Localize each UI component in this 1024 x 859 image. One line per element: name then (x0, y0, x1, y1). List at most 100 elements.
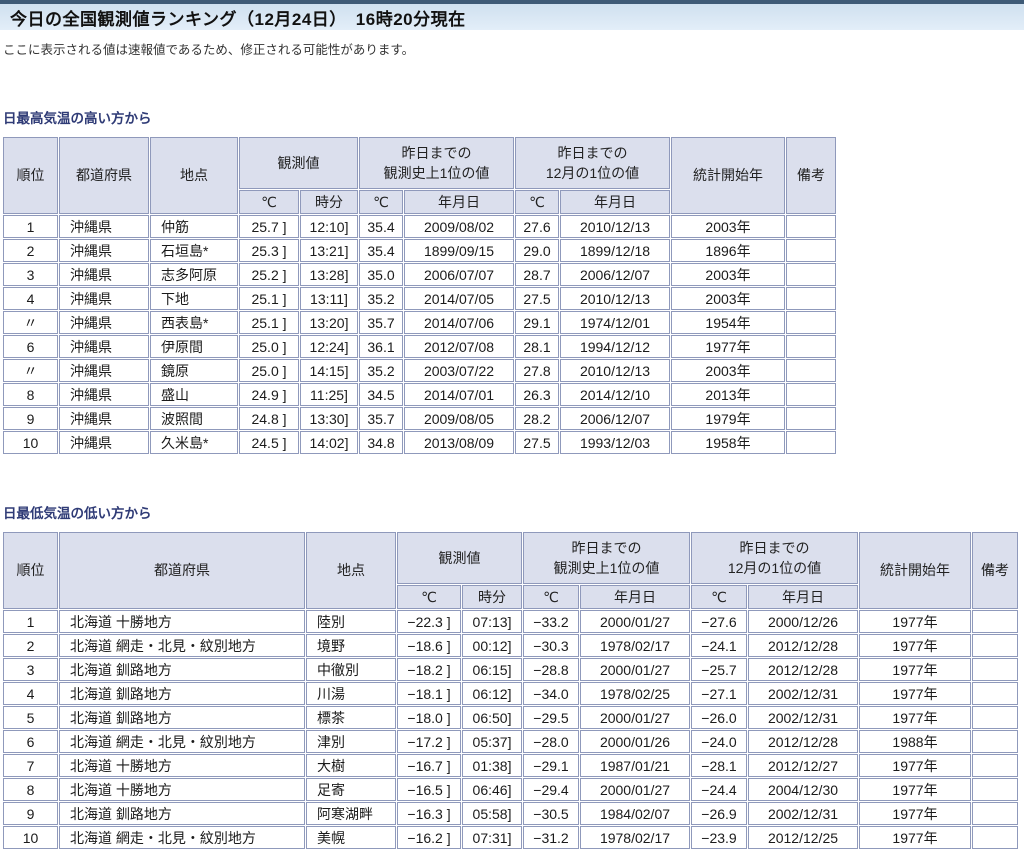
max-temperature-heading: 日最高気温の高い方から (3, 111, 152, 126)
december-record-date-cell: 2000/12/26 (748, 610, 858, 633)
min-temperature-section: 日最低気温の低い方から 順位 都道府県 地点 観測値 昨日までの 観測史上1位の… (2, 502, 1024, 850)
station-cell: 境野 (306, 634, 396, 657)
table-row: 3 北海道 釧路地方 中徹別 −18.2 ] 06:15] −28.8 2000/01/27… (3, 658, 1018, 681)
observed-time-cell: 13:30] (300, 407, 358, 430)
remarks-cell (972, 802, 1018, 825)
col-header-record-december: 昨日までの 12月の1位の値 (691, 532, 858, 584)
prefecture-cell: 北海道 釧路地方 (59, 706, 305, 729)
col-header-rank: 順位 (3, 137, 58, 214)
rank-cell: 4 (3, 682, 58, 705)
record-date-cell: 1984/02/07 (580, 802, 690, 825)
col-header-station: 地点 (150, 137, 238, 214)
remarks-cell (786, 335, 836, 358)
table-row: 3 沖縄県 志多阿原 25.2 ] 13:28] 35.0 2006/07/07 28.7 20… (3, 263, 836, 286)
december-record-temp-cell: −26.0 (691, 706, 747, 729)
unit-header-date: 年月日 (748, 585, 858, 609)
december-record-temp-cell: 27.6 (515, 215, 559, 238)
record-temp-cell: −28.0 (523, 730, 579, 753)
december-record-temp-cell: −27.6 (691, 610, 747, 633)
remarks-cell (786, 359, 836, 382)
rank-cell: 3 (3, 263, 58, 286)
table-row: 5 北海道 釧路地方 標茶 −18.0 ] 06:50] −29.5 2000/01/27−… (3, 706, 1018, 729)
record-temp-cell: 35.2 (359, 359, 403, 382)
observed-temp-cell: 25.3 ] (239, 239, 299, 262)
december-record-temp-cell: 28.1 (515, 335, 559, 358)
december-record-temp-cell: −24.1 (691, 634, 747, 657)
rank-cell: 〃 (3, 359, 58, 382)
remarks-cell (972, 610, 1018, 633)
record-temp-cell: 35.4 (359, 215, 403, 238)
december-record-date-cell: 2004/12/30 (748, 778, 858, 801)
record-temp-cell: 35.7 (359, 407, 403, 430)
col-header-prefecture: 都道府県 (59, 137, 149, 214)
prefecture-cell: 沖縄県 (59, 311, 149, 334)
record-date-cell: 2009/08/05 (404, 407, 514, 430)
station-cell: 津別 (306, 730, 396, 753)
record-date-cell: 2000/01/26 (580, 730, 690, 753)
unit-header-date: 年月日 (580, 585, 690, 609)
observed-time-cell: 11:25] (300, 383, 358, 406)
december-record-temp-cell: 29.1 (515, 311, 559, 334)
prefecture-cell: 北海道 十勝地方 (59, 610, 305, 633)
remarks-cell (786, 311, 836, 334)
station-cell: 久米島* (150, 431, 238, 454)
remarks-cell (972, 634, 1018, 657)
record-date-cell: 1987/01/21 (580, 754, 690, 777)
observed-temp-cell: 24.5 ] (239, 431, 299, 454)
preliminary-value-notice: ここに表示される値は速報値であるため、修正される可能性があります。 (3, 43, 415, 57)
observed-time-cell: 05:37] (462, 730, 522, 753)
record-temp-cell: −29.4 (523, 778, 579, 801)
december-record-date-cell: 2006/12/07 (560, 263, 670, 286)
record-temp-cell: 34.5 (359, 383, 403, 406)
remarks-cell (786, 239, 836, 262)
december-record-date-cell: 1993/12/03 (560, 431, 670, 454)
remarks-cell (972, 682, 1018, 705)
table-row: 2 北海道 網走・北見・紋別地方 境野 −18.6 ] 00:12] −30.3 1978/… (3, 634, 1018, 657)
record-dec-line2: 12月の1位の値 (545, 165, 640, 181)
december-record-temp-cell: −25.7 (691, 658, 747, 681)
rank-cell: 8 (3, 383, 58, 406)
december-record-temp-cell: −24.4 (691, 778, 747, 801)
station-cell: 足寄 (306, 778, 396, 801)
unit-header-celsius: ℃ (523, 585, 579, 609)
record-date-cell: 2014/07/01 (404, 383, 514, 406)
observed-temp-cell: 25.0 ] (239, 359, 299, 382)
record-date-cell: 2014/07/06 (404, 311, 514, 334)
col-header-observed: 観測値 (239, 137, 358, 189)
station-cell: 盛山 (150, 383, 238, 406)
rank-cell: 9 (3, 407, 58, 430)
max-temperature-table: 順位 都道府県 地点 観測値 昨日までの 観測史上1位の値 昨日までの 12月の… (2, 136, 837, 455)
max-temperature-section: 日最高気温の高い方から 順位 都道府県 地点 観測値 昨日までの 観測史上1位の… (2, 107, 1024, 455)
prefecture-cell: 沖縄県 (59, 407, 149, 430)
observed-time-cell: 06:12] (462, 682, 522, 705)
station-cell: 下地 (150, 287, 238, 310)
prefecture-cell: 沖縄県 (59, 359, 149, 382)
station-cell: 仲筋 (150, 215, 238, 238)
remarks-cell (972, 658, 1018, 681)
rank-cell: 2 (3, 239, 58, 262)
record-temp-cell: −30.5 (523, 802, 579, 825)
december-record-date-cell: 1899/12/18 (560, 239, 670, 262)
prefecture-cell: 北海道 網走・北見・紋別地方 (59, 730, 305, 753)
unit-header-date: 年月日 (404, 190, 514, 214)
stats-start-year-cell: 1977年 (859, 610, 971, 633)
record-temp-cell: −34.0 (523, 682, 579, 705)
december-record-date-cell: 1974/12/01 (560, 311, 670, 334)
rank-cell: 7 (3, 754, 58, 777)
record-date-cell: 1899/09/15 (404, 239, 514, 262)
record-temp-cell: −28.8 (523, 658, 579, 681)
december-record-temp-cell: 27.8 (515, 359, 559, 382)
record-dec-line2: 12月の1位の値 (727, 560, 822, 576)
observed-temp-cell: −16.7 ] (397, 754, 461, 777)
station-cell: 志多阿原 (150, 263, 238, 286)
observed-temp-cell: 25.0 ] (239, 335, 299, 358)
station-cell: 鏡原 (150, 359, 238, 382)
table-row: 〃沖縄県 西表島* 25.1 ] 13:20] 35.7 2014/07/06 29.1 19… (3, 311, 836, 334)
rank-cell: 6 (3, 730, 58, 753)
record-temp-cell: −29.5 (523, 706, 579, 729)
record-date-cell: 2000/01/27 (580, 706, 690, 729)
record-all-line1: 昨日までの (401, 144, 472, 161)
col-header-rank: 順位 (3, 532, 58, 609)
observed-time-cell: 05:58] (462, 802, 522, 825)
station-cell: 川湯 (306, 682, 396, 705)
